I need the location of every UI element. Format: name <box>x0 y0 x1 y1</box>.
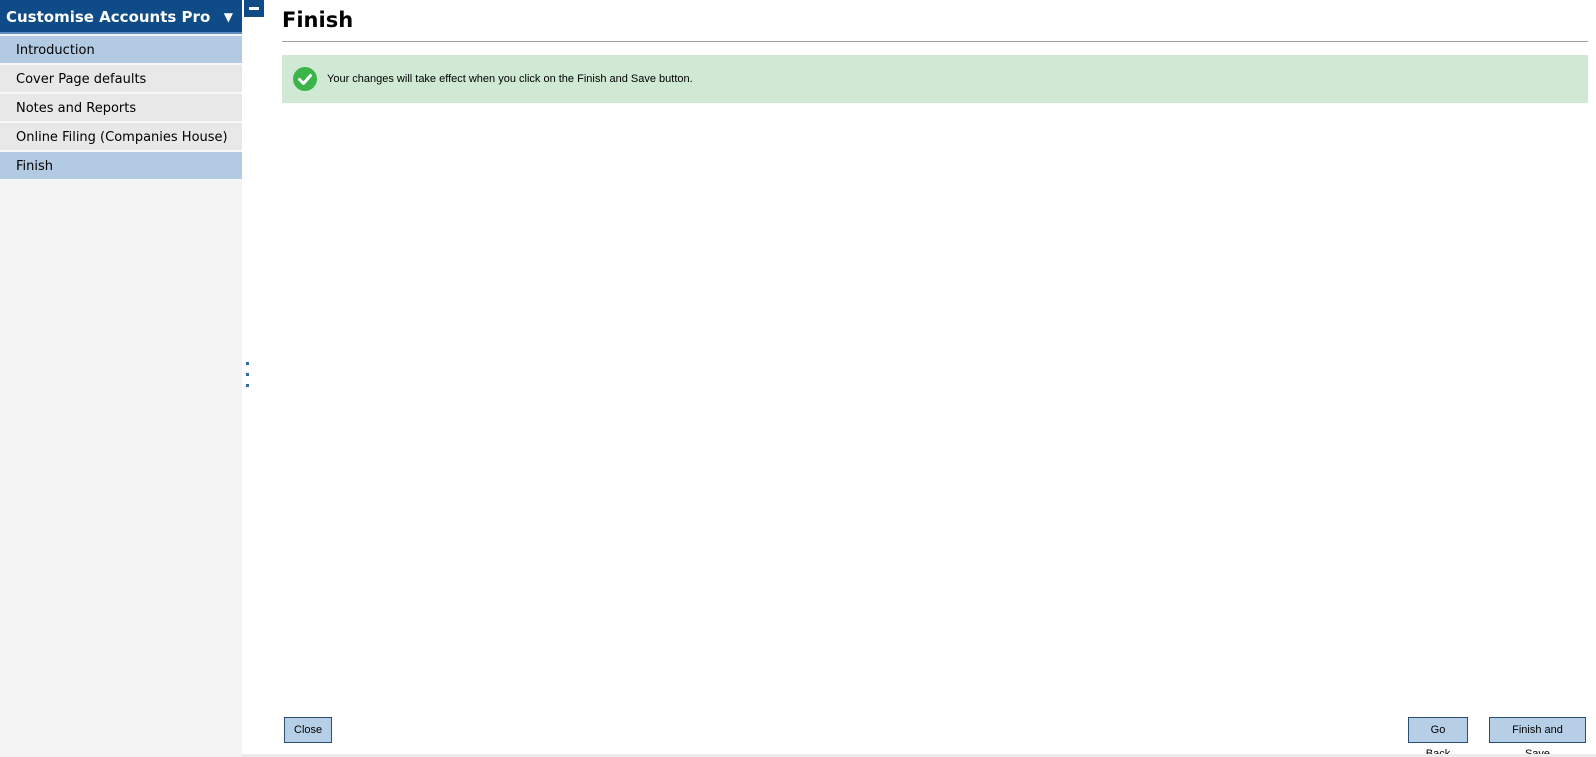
chevron-down-icon[interactable]: ▼ <box>224 0 233 34</box>
finish-and-save-button[interactable]: Finish and Save <box>1489 717 1586 757</box>
sidebar-header-title: Customise Accounts Pro... <box>6 8 211 26</box>
sidebar-nav: Introduction Cover Page defaults Notes a… <box>0 36 242 181</box>
check-circle-icon <box>293 67 317 91</box>
sidebar-item-introduction[interactable]: Introduction <box>0 36 242 65</box>
title-divider <box>282 41 1588 42</box>
sidebar-item-label: Cover Page defaults <box>16 72 147 87</box>
info-banner-text: Your changes will take effect when you c… <box>327 73 693 85</box>
sidebar-item-cover-page-defaults[interactable]: Cover Page defaults <box>0 65 242 94</box>
sidebar-item-label: Online Filing (Companies House) <box>16 130 228 145</box>
sidebar-item-finish[interactable]: Finish <box>0 152 242 181</box>
sidebar-item-notes-and-reports[interactable]: Notes and Reports <box>0 94 242 123</box>
sidebar-header-dropdown[interactable]: Customise Accounts Pro... ▼ <box>0 0 242 34</box>
sidebar-item-label: Introduction <box>16 43 95 58</box>
sidebar-item-label: Notes and Reports <box>16 101 137 116</box>
sidebar-item-online-filing[interactable]: Online Filing (Companies House) <box>0 123 242 152</box>
main-panel: Finish Your changes will take effect whe… <box>282 0 1588 757</box>
go-back-button[interactable]: Go Back <box>1408 717 1468 757</box>
page-title: Finish <box>282 8 354 32</box>
collapse-sidebar-button[interactable] <box>244 0 264 17</box>
app-window: Customise Accounts Pro... ▼ Introduction… <box>0 0 1596 757</box>
info-banner: Your changes will take effect when you c… <box>282 55 1588 103</box>
close-button[interactable]: Close <box>284 717 332 743</box>
sidebar-item-label: Finish <box>16 159 54 174</box>
sidebar: Customise Accounts Pro... ▼ Introduction… <box>0 0 242 757</box>
splitter-grip-icon[interactable] <box>246 362 250 390</box>
